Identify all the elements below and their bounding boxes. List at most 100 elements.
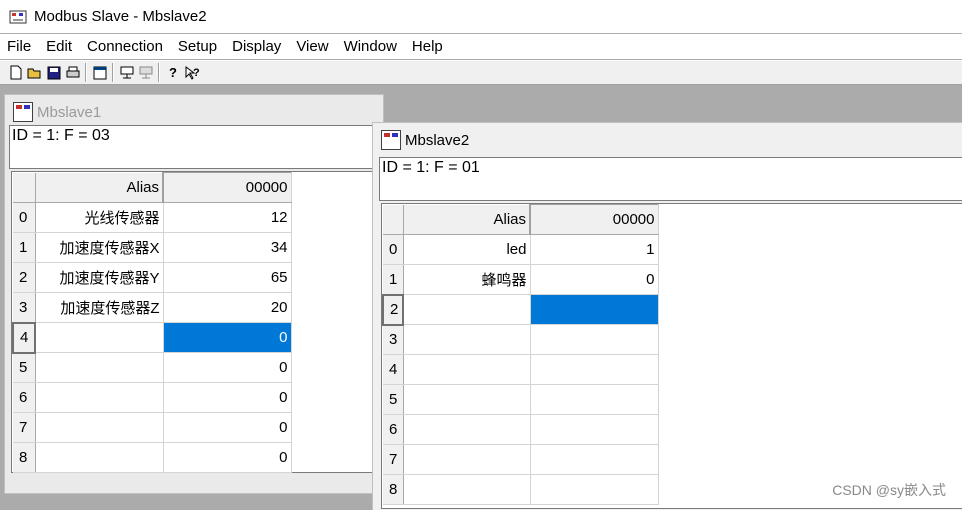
- menu-help[interactable]: Help: [405, 34, 451, 59]
- column-header-alias[interactable]: Alias: [403, 204, 531, 235]
- alias-cell[interactable]: [35, 412, 164, 443]
- disconnect-icon[interactable]: [136, 63, 155, 82]
- alias-cell[interactable]: 加速度传感器Y: [35, 262, 164, 293]
- menu-edit[interactable]: Edit: [39, 34, 80, 59]
- mdi-workspace: Mbslave1 ID = 1: F = 03 Alias 00000 0 光线…: [0, 86, 962, 510]
- window-icon[interactable]: [90, 63, 109, 82]
- value-cell[interactable]: 34: [163, 232, 292, 263]
- value-cell[interactable]: [530, 444, 659, 475]
- child-title-bar[interactable]: Mbslave1: [5, 95, 383, 129]
- value-cell[interactable]: 0: [163, 412, 292, 443]
- register-table: Alias 00000 0 光线传感器 12 1 加速度传感器X 34 2 加速…: [12, 172, 292, 473]
- value-cell[interactable]: 12: [163, 202, 292, 233]
- menu-setup[interactable]: Setup: [171, 34, 225, 59]
- row-header[interactable]: 5: [383, 384, 404, 415]
- value-cell[interactable]: [530, 354, 659, 385]
- table-row: 6 0: [13, 382, 292, 413]
- alias-cell[interactable]: 加速度传感器X: [35, 232, 164, 263]
- value-cell[interactable]: [530, 324, 659, 355]
- register-grid[interactable]: Alias 00000 0 光线传感器 12 1 加速度传感器X 34 2 加速…: [11, 171, 383, 473]
- row-header[interactable]: 6: [383, 414, 404, 445]
- menu-display[interactable]: Display: [225, 34, 289, 59]
- selected-value-cell[interactable]: 0: [163, 322, 292, 353]
- row-header[interactable]: 2: [382, 293, 404, 326]
- row-header[interactable]: 3: [383, 324, 404, 355]
- menu-window[interactable]: Window: [337, 34, 405, 59]
- new-icon[interactable]: [6, 63, 25, 82]
- value-cell[interactable]: [530, 414, 659, 445]
- table-row: 8: [383, 474, 659, 505]
- alias-cell[interactable]: [403, 294, 531, 325]
- row-header[interactable]: 6: [13, 382, 36, 413]
- value-cell[interactable]: [530, 474, 659, 505]
- child-window-mbslave2[interactable]: Mbslave2 ID = 1: F = 01 Alias 00000 0 le…: [372, 122, 962, 510]
- toolbar-separator: [158, 63, 160, 82]
- print-icon[interactable]: [63, 63, 82, 82]
- alias-cell[interactable]: [403, 414, 531, 445]
- row-header[interactable]: 1: [13, 232, 36, 263]
- row-header[interactable]: 7: [383, 444, 404, 475]
- alias-cell[interactable]: [403, 474, 531, 505]
- alias-cell[interactable]: led: [403, 234, 531, 265]
- row-header[interactable]: 0: [383, 234, 404, 265]
- column-header-alias[interactable]: Alias: [35, 172, 164, 203]
- table-header-row: Alias 00000: [13, 172, 292, 203]
- help-icon[interactable]: ?: [163, 63, 182, 82]
- table-row: 7 0: [13, 412, 292, 443]
- context-help-icon[interactable]: ?: [182, 63, 201, 82]
- child-window-mbslave1[interactable]: Mbslave1 ID = 1: F = 03 Alias 00000 0 光线…: [4, 94, 384, 494]
- alias-cell[interactable]: [35, 382, 164, 413]
- table-row: 3: [383, 324, 659, 355]
- alias-cell[interactable]: [403, 354, 531, 385]
- slave-info-bar: ID = 1: F = 03: [9, 125, 381, 169]
- value-cell[interactable]: 0: [163, 382, 292, 413]
- open-icon[interactable]: [25, 63, 44, 82]
- value-cell[interactable]: 0: [163, 352, 292, 383]
- child-title: Mbslave2: [405, 131, 470, 149]
- table-row: 0 光线传感器 12: [13, 202, 292, 233]
- coil-grid[interactable]: Alias 00000 0 led 1 1 蜂鸣器 0 2 3 4 5 6 7 …: [381, 203, 962, 509]
- title-bar: Modbus Slave - Mbslave2: [0, 0, 962, 33]
- row-header[interactable]: 5: [13, 352, 36, 383]
- connect-icon[interactable]: [117, 63, 136, 82]
- alias-cell[interactable]: [403, 384, 531, 415]
- row-header[interactable]: 3: [13, 292, 36, 323]
- column-header-address[interactable]: 00000: [162, 172, 292, 203]
- alias-cell[interactable]: [35, 442, 164, 473]
- alias-cell[interactable]: 光线传感器: [35, 202, 164, 233]
- menu-file[interactable]: File: [0, 34, 39, 59]
- table-row: 4 0: [12, 321, 292, 354]
- value-cell[interactable]: 1: [530, 234, 659, 265]
- alias-cell[interactable]: [35, 322, 164, 353]
- value-cell[interactable]: [530, 384, 659, 415]
- row-header[interactable]: 8: [13, 442, 36, 473]
- save-icon[interactable]: [44, 63, 63, 82]
- row-header[interactable]: 4: [383, 354, 404, 385]
- menu-connection[interactable]: Connection: [80, 34, 171, 59]
- svg-text:?: ?: [193, 67, 200, 79]
- toolbar: ? ?: [0, 60, 962, 85]
- value-cell[interactable]: 20: [163, 292, 292, 323]
- alias-cell[interactable]: [403, 444, 531, 475]
- row-header[interactable]: 0: [13, 202, 36, 233]
- value-cell[interactable]: 65: [163, 262, 292, 293]
- value-cell[interactable]: 0: [530, 264, 659, 295]
- selected-value-cell[interactable]: [530, 294, 659, 325]
- table-row: 2 加速度传感器Y 65: [13, 262, 292, 293]
- alias-cell[interactable]: 蜂鸣器: [403, 264, 531, 295]
- child-title-bar[interactable]: Mbslave2: [373, 123, 962, 157]
- alias-cell[interactable]: [35, 352, 164, 383]
- modbus-app-icon: [9, 8, 27, 26]
- value-cell[interactable]: 0: [163, 442, 292, 473]
- column-header-address[interactable]: 00000: [529, 204, 659, 235]
- menu-view[interactable]: View: [289, 34, 336, 59]
- row-header[interactable]: 4: [12, 321, 36, 354]
- alias-cell[interactable]: [403, 324, 531, 355]
- row-header[interactable]: 7: [13, 412, 36, 443]
- alias-cell[interactable]: 加速度传感器Z: [35, 292, 164, 323]
- row-header[interactable]: 2: [13, 262, 36, 293]
- table-row: 6: [383, 414, 659, 445]
- menu-bar: File Edit Connection Setup Display View …: [0, 34, 962, 59]
- row-header[interactable]: 1: [383, 264, 404, 295]
- row-header[interactable]: 8: [383, 474, 404, 505]
